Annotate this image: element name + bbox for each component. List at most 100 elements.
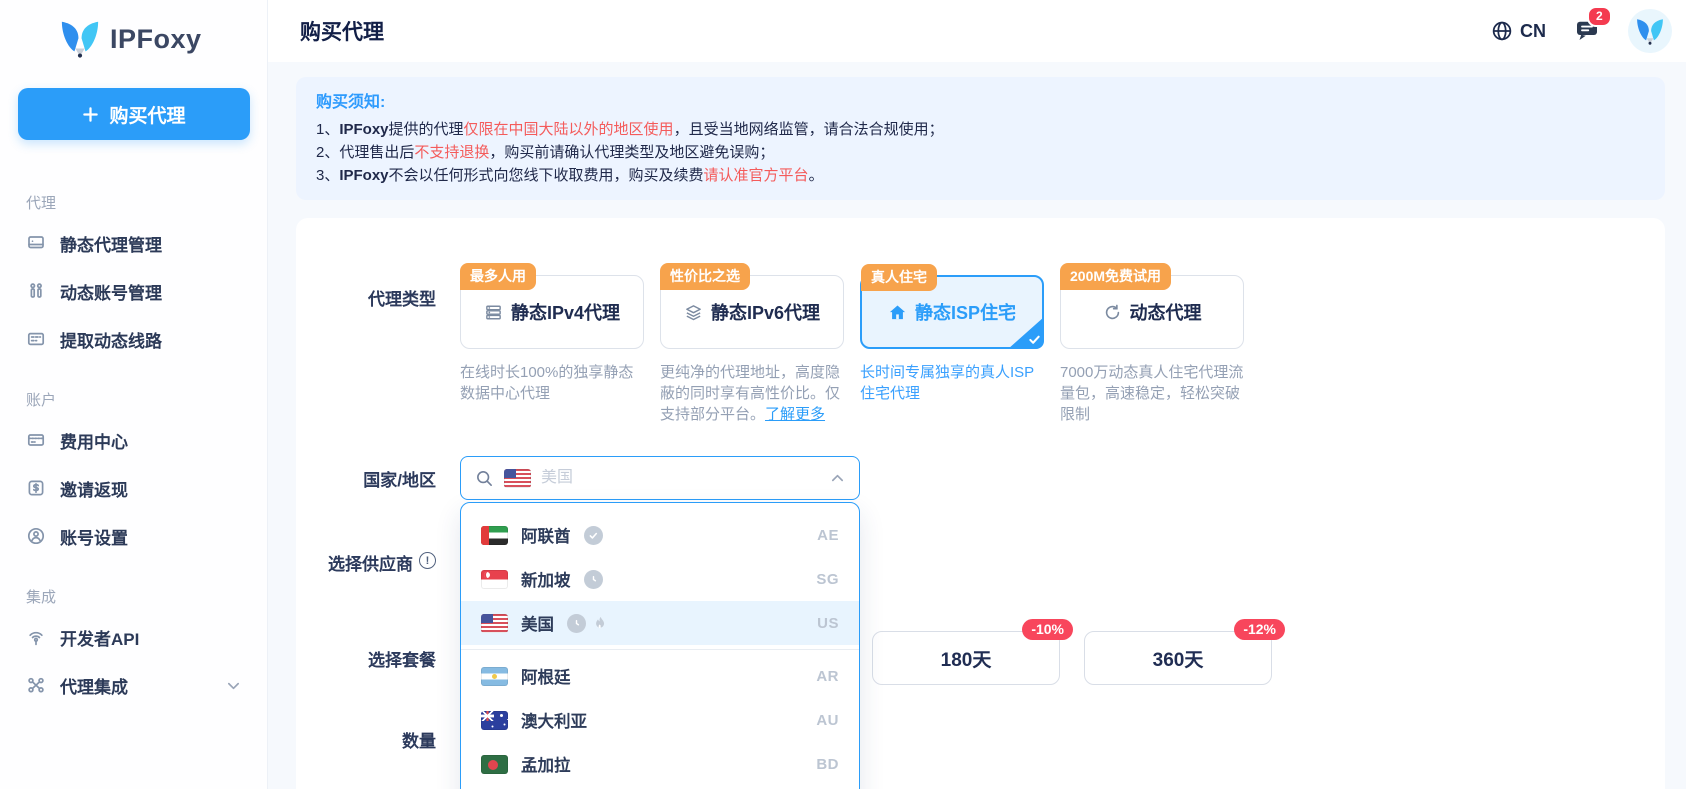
proxy-type-desc-ipv6: 更纯净的代理地址，高度隐蔽的同时享有高性价比。仅支持部分平台。了解更多 bbox=[660, 364, 841, 423]
proxy-type-card-ipv4[interactable]: 最多人用 静态IPv4代理 bbox=[460, 263, 644, 349]
brand-logo[interactable]: IPFoxy bbox=[58, 20, 267, 58]
country-status-icons bbox=[567, 613, 609, 633]
country-option-us-highlighted[interactable]: 美国 US bbox=[461, 601, 859, 645]
sidebar-item-label: 动态账号管理 bbox=[60, 283, 162, 303]
discount-badge-180: -10% bbox=[1022, 619, 1073, 640]
sidebar-item-developer-api[interactable]: 开发者API bbox=[0, 613, 267, 661]
sidebar-item-label: 代理集成 bbox=[60, 677, 128, 697]
antenna-icon bbox=[29, 631, 43, 646]
buy-proxy-label: 购买代理 bbox=[109, 105, 186, 127]
purchase-notice: 购买须知: 1、IPFoxy提供的代理仅限在中国大陆以外的地区使用，且受当地网络… bbox=[296, 77, 1665, 200]
integration-icon bbox=[28, 677, 44, 693]
package-card-360[interactable]: 360天 -12% bbox=[1084, 619, 1285, 685]
country-option-label: 孟加拉 bbox=[521, 757, 571, 775]
notice-title: 购买须知: bbox=[316, 94, 386, 111]
accounts-icon bbox=[30, 283, 42, 298]
sidebar-item-account-settings[interactable]: 账号设置 bbox=[0, 512, 267, 560]
proxy-type-title: 动态代理 bbox=[1129, 303, 1202, 323]
main-area: 购买代理 CN 2 购买须知: 1、IPFoxy提供的代理仅限在中国大陆以外的地… bbox=[268, 0, 1686, 789]
refresh-icon bbox=[1105, 304, 1119, 319]
nav-section-proxy: 代理 bbox=[26, 195, 57, 212]
proxy-type-title: 静态IPv4代理 bbox=[510, 303, 621, 323]
check-circle-icon bbox=[583, 525, 603, 545]
proxy-type-card-dynamic[interactable]: 200M免费试用 动态代理 bbox=[1060, 263, 1244, 349]
content-area: 购买须知: 1、IPFoxy提供的代理仅限在中国大陆以外的地区使用，且受当地网络… bbox=[268, 62, 1686, 789]
notice-line-1: 1、IPFoxy提供的代理仅限在中国大陆以外的地区使用，且受当地网络监管，请合法… bbox=[316, 121, 944, 138]
country-option-label: 阿根廷 bbox=[521, 669, 571, 687]
flag-ar-icon bbox=[481, 666, 508, 686]
nav-section-account: 账户 bbox=[26, 392, 57, 409]
flag-us-icon bbox=[504, 468, 531, 488]
country-option-label: 澳大利亚 bbox=[521, 713, 587, 731]
fox-logo-icon bbox=[61, 21, 99, 58]
country-option-ae[interactable]: 阿联酋 AE bbox=[461, 513, 859, 557]
country-code: AU bbox=[816, 711, 839, 729]
sidebar-item-static-proxy[interactable]: 静态代理管理 bbox=[0, 219, 267, 267]
proxy-type-card-ipv6[interactable]: 性价比之选 静态IPv6代理 bbox=[660, 263, 844, 349]
header-actions: CN 2 bbox=[1491, 6, 1672, 53]
label-quantity: 数量 bbox=[402, 732, 436, 751]
flame-icon bbox=[596, 616, 605, 628]
user-circle-icon bbox=[27, 527, 45, 545]
label-package: 选择套餐 bbox=[368, 650, 436, 670]
chevron-up-icon[interactable] bbox=[830, 471, 845, 486]
proxy-type-desc-dynamic: 7000万动态真人住宅代理流量包，高速稳定，轻松突破限制 bbox=[1060, 364, 1244, 423]
chevron-down-icon bbox=[227, 682, 240, 689]
messages-button[interactable]: 2 bbox=[1574, 6, 1612, 48]
sidebar-item-billing[interactable]: 费用中心 bbox=[0, 416, 267, 464]
buy-proxy-button[interactable]: 购买代理 bbox=[18, 88, 250, 140]
clock-icon bbox=[583, 569, 603, 589]
app-window: IPFoxy 购买代理 代理 静态代理管理 动态账号管理 提取动态线路 账户 费… bbox=[0, 0, 1686, 789]
package-label: 180天 bbox=[940, 649, 992, 671]
badge-real-residential: 真人住宅 bbox=[861, 264, 937, 291]
avatar[interactable] bbox=[1628, 9, 1672, 53]
country-select[interactable] bbox=[460, 456, 860, 500]
nav-section-integration: 集成 bbox=[26, 589, 57, 606]
sidebar-item-label: 提取动态线路 bbox=[60, 331, 162, 351]
country-code: AR bbox=[816, 667, 839, 685]
country-option-label: 美国 bbox=[521, 616, 554, 634]
country-option-bd[interactable]: 孟加拉 BD bbox=[461, 742, 859, 786]
language-label: CN bbox=[1520, 20, 1546, 41]
fox-avatar-icon bbox=[1637, 18, 1663, 45]
sidebar-item-label: 静态代理管理 bbox=[60, 235, 162, 255]
country-option-label: 阿联酋 bbox=[521, 528, 571, 546]
discount-badge-360: -12% bbox=[1234, 619, 1285, 640]
sidebar-item-dynamic-accounts[interactable]: 动态账号管理 bbox=[0, 267, 267, 315]
proxy-type-ipv4: 最多人用 静态IPv4代理 在线时长100%的独享静态数据中心代理 bbox=[460, 263, 644, 425]
country-option-label: 新加坡 bbox=[521, 572, 571, 590]
proxy-type-card-isp-selected[interactable]: 真人住宅 静态ISP住宅 bbox=[860, 264, 1044, 349]
country-search-input[interactable] bbox=[541, 469, 820, 487]
proxy-type-desc-isp: 长时间专属独享的真人ISP住宅代理 bbox=[860, 364, 1035, 402]
country-code: SG bbox=[816, 570, 839, 588]
proxy-type-ipv6: 性价比之选 静态IPv6代理 更纯净的代理地址，高度隐蔽的同时享有高性价比。仅支… bbox=[660, 263, 844, 425]
search-icon bbox=[477, 470, 492, 486]
row-country: 国家/地区 阿联酋 AE bbox=[296, 456, 1665, 789]
label-country: 国家/地区 bbox=[363, 471, 436, 490]
sidebar-item-referral[interactable]: 邀请返现 bbox=[0, 464, 267, 512]
label-auto-renew: 自动续期! bbox=[296, 783, 436, 789]
country-option-ar[interactable]: 阿根廷 AR bbox=[461, 654, 859, 698]
country-code: US bbox=[817, 614, 839, 632]
language-switcher[interactable]: CN bbox=[1491, 20, 1546, 42]
message-count-badge: 2 bbox=[1587, 6, 1612, 27]
sidebar-item-extract-lines[interactable]: 提取动态线路 bbox=[0, 315, 267, 363]
package-label: 360天 bbox=[1152, 649, 1204, 671]
sidebar-item-label: 账号设置 bbox=[60, 528, 128, 548]
country-option-au[interactable]: 澳大利亚 AU bbox=[461, 698, 859, 742]
dollar-square-icon bbox=[28, 480, 44, 496]
flag-us-icon bbox=[481, 613, 508, 633]
package-card-180[interactable]: 180天 -10% bbox=[872, 619, 1073, 685]
package-options: 180天 -10% 360天 -12% bbox=[872, 619, 1285, 685]
proxy-type-dynamic: 200M免费试用 动态代理 7000万动态真人住宅代理流量包，高速稳定，轻松突破… bbox=[1060, 263, 1244, 425]
plus-icon bbox=[83, 106, 99, 122]
sidebar-item-proxy-integration[interactable]: 代理集成 bbox=[0, 661, 267, 709]
globe-icon bbox=[1492, 21, 1512, 41]
proxy-type-title: 静态ISP住宅 bbox=[914, 303, 1016, 323]
learn-more-link[interactable]: 了解更多 bbox=[765, 406, 825, 423]
country-code: BD bbox=[816, 755, 839, 773]
server-icon bbox=[486, 305, 501, 319]
proxy-type-desc-ipv4: 在线时长100%的独享静态数据中心代理 bbox=[460, 364, 634, 402]
country-option-sg[interactable]: 新加坡 SG bbox=[461, 557, 859, 601]
label-proxy-type: 代理类型 bbox=[368, 290, 436, 309]
